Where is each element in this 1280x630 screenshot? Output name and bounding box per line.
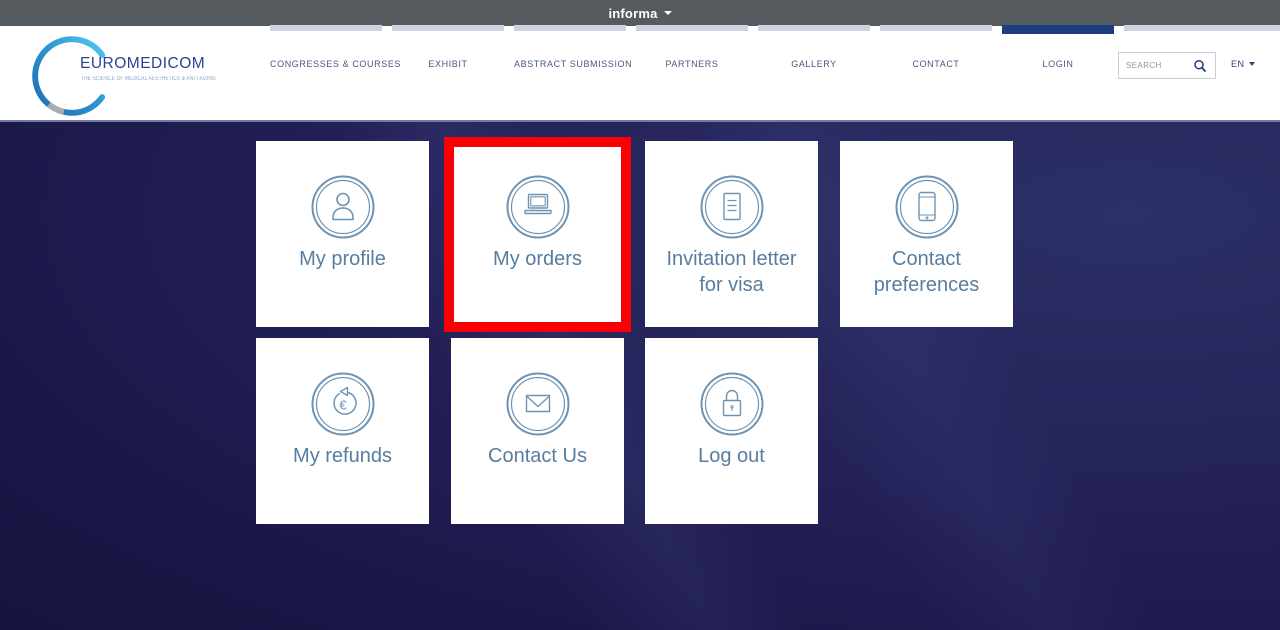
card-label: Invitation letter for visa xyxy=(656,246,808,298)
nav-item-abstract-submission[interactable]: ABSTRACT SUBMISSION xyxy=(514,59,626,69)
chevron-down-icon xyxy=(664,11,672,15)
card-label: Contact preferences xyxy=(851,246,1003,298)
lock-icon xyxy=(699,371,765,442)
menu-tab-strip xyxy=(1124,25,1280,31)
language-selector[interactable]: EN xyxy=(1231,59,1255,69)
search-box xyxy=(1118,52,1216,79)
account-dashboard: My profile My orders xyxy=(0,120,1280,630)
card-invitation-letter[interactable]: Invitation letter for visa xyxy=(645,141,818,327)
card-label: My refunds xyxy=(267,443,419,469)
card-my-orders[interactable]: My orders xyxy=(451,141,624,327)
nav-item-exhibit[interactable]: EXHIBIT xyxy=(392,59,504,69)
user-icon xyxy=(310,174,376,245)
language-value: EN xyxy=(1231,59,1245,69)
logo-tagline: THE SCIENCE OF MEDICAL AESTHETICS & ANTI… xyxy=(81,76,216,82)
menu-tab-strip-active xyxy=(1002,25,1114,34)
menu-tab-strip xyxy=(270,25,382,31)
menu-tab-strip xyxy=(880,25,992,31)
page: informa EUROMEDICOM xyxy=(0,0,1280,630)
nav-item-gallery[interactable]: GALLERY xyxy=(758,59,870,69)
card-label: My orders xyxy=(462,246,614,272)
card-label: My profile xyxy=(267,246,419,272)
card-my-profile[interactable]: My profile xyxy=(256,141,429,327)
nav-item-contact[interactable]: CONTACT xyxy=(880,59,992,69)
site-header: EUROMEDICOM THE SCIENCE OF MEDICAL AESTH… xyxy=(0,26,1280,120)
menu-tab-strip xyxy=(758,25,870,31)
euromedicom-logo[interactable]: EUROMEDICOM THE SCIENCE OF MEDICAL AESTH… xyxy=(18,28,248,122)
menu-tab-strip xyxy=(392,25,504,31)
card-my-refunds[interactable]: € My refunds xyxy=(256,338,429,524)
card-contact-us[interactable]: Contact Us xyxy=(451,338,624,524)
search-input[interactable] xyxy=(1119,53,1191,78)
card-label: Log out xyxy=(656,443,808,469)
card-label: Contact Us xyxy=(462,443,614,469)
card-log-out[interactable]: Log out xyxy=(645,338,818,524)
envelope-icon xyxy=(505,371,571,442)
search-icon[interactable] xyxy=(1193,59,1207,73)
nav-item-partners[interactable]: PARTNERS xyxy=(636,59,748,69)
informa-topbar: informa xyxy=(0,0,1280,26)
menu-tab-strip xyxy=(514,25,626,31)
nav-item-congresses-courses[interactable]: CONGRESSES & COURSES xyxy=(270,59,382,69)
chevron-down-icon xyxy=(1249,62,1255,66)
logo-title: EUROMEDICOM xyxy=(80,55,205,73)
card-contact-preferences[interactable]: Contact preferences xyxy=(840,141,1013,327)
svg-text:€: € xyxy=(339,398,347,413)
informa-brand[interactable]: informa xyxy=(608,6,657,21)
menu-tab-strip xyxy=(636,25,748,31)
document-icon xyxy=(699,174,765,245)
refund-icon: € xyxy=(310,371,376,442)
laptop-icon xyxy=(505,174,571,245)
nav-item-login[interactable]: LOGIN xyxy=(1002,59,1114,69)
smartphone-icon xyxy=(894,174,960,245)
